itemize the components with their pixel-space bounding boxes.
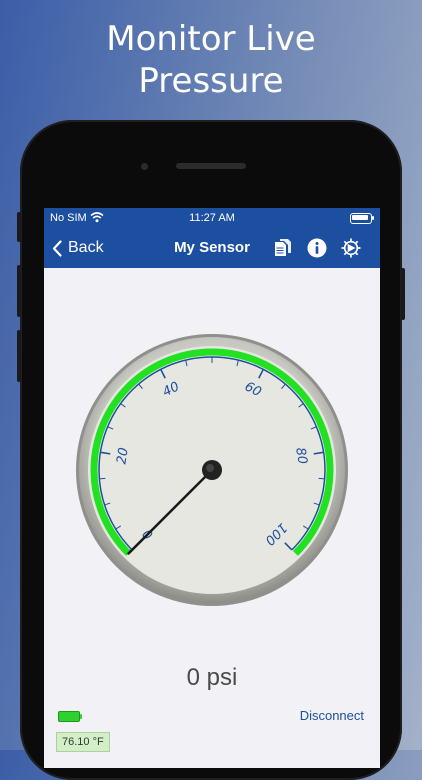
phone-volume-down xyxy=(17,330,21,382)
phone-side-button xyxy=(17,212,21,242)
phone-power-button xyxy=(401,268,405,320)
gauge-tick-label: 80 xyxy=(292,447,309,466)
front-camera xyxy=(141,163,148,170)
headline: Monitor Live Pressure xyxy=(0,18,422,102)
pressure-reading: 0 psi xyxy=(44,664,380,692)
navigation-bar: Back My Sensor xyxy=(44,228,380,268)
settings-icon[interactable] xyxy=(340,237,362,259)
gauge-tick-label: 20 xyxy=(114,447,131,466)
pressure-gauge: 020406080100 xyxy=(74,332,350,608)
headline-line-1: Monitor Live xyxy=(0,18,422,60)
phone-volume-up xyxy=(17,265,21,317)
status-bar: No SIM 11:27 AM xyxy=(44,208,380,228)
clock: 11:27 AM xyxy=(44,212,380,224)
gauge-hub-highlight xyxy=(206,464,214,472)
status-battery-icon xyxy=(350,213,372,224)
sensor-battery-icon xyxy=(58,711,80,722)
earpiece-speaker xyxy=(176,163,246,169)
temperature-badge: 76.10 °F xyxy=(56,732,110,752)
gauge-dial: 020406080100 xyxy=(74,332,350,608)
page-title: My Sensor xyxy=(44,239,380,256)
copy-icon[interactable] xyxy=(272,237,294,259)
disconnect-button[interactable]: Disconnect xyxy=(300,708,364,723)
app-screen: No SIM 11:27 AM Back My Sensor xyxy=(44,208,380,768)
headline-line-2: Pressure xyxy=(0,60,422,102)
info-icon[interactable] xyxy=(306,237,328,259)
